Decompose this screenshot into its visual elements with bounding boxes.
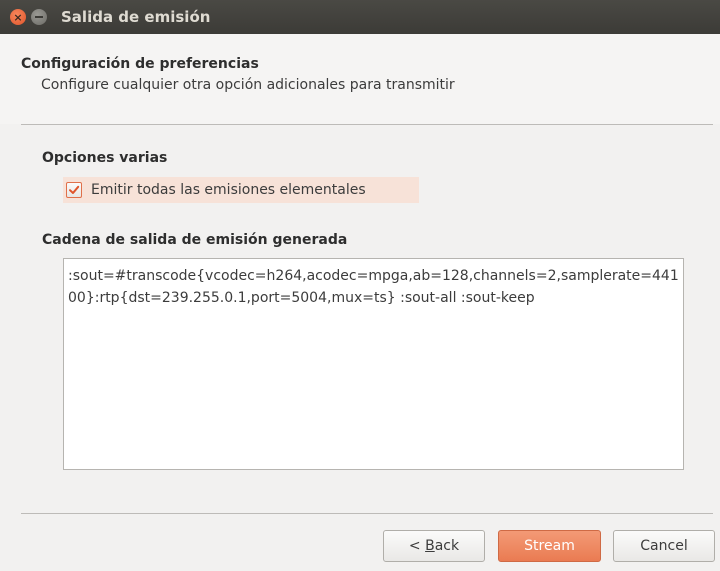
checkbox-label: Emitir todas las emisiones elementales [91, 182, 366, 198]
divider [21, 124, 713, 125]
cancel-button[interactable]: Cancel [613, 530, 715, 562]
misc-options-label: Opciones varias [42, 150, 168, 166]
back-button-mnemonic: B [425, 538, 435, 554]
checkmark-icon[interactable] [66, 182, 82, 198]
back-button-suffix: ack [434, 538, 460, 554]
page-subtitle: Configure cualquier otra opción adiciona… [41, 77, 455, 93]
minimize-icon[interactable] [31, 9, 47, 25]
stream-button[interactable]: Stream [498, 530, 601, 562]
page-title: Configuración de preferencias [21, 56, 259, 72]
divider [21, 513, 713, 514]
page-header: Configuración de preferencias Configure … [0, 34, 720, 124]
dialog-window: × Salida de emisión Configuración de pre… [0, 0, 720, 571]
close-icon[interactable]: × [10, 9, 26, 25]
output-string-label: Cadena de salida de emisión generada [42, 232, 348, 248]
back-button[interactable]: < Back [383, 530, 485, 562]
output-string-textarea[interactable]: :sout=#transcode{vcodec=h264,acodec=mpga… [63, 258, 684, 470]
window-title: Salida de emisión [61, 8, 211, 26]
stream-all-elementary-checkbox[interactable]: Emitir todas las emisiones elementales [63, 177, 419, 203]
back-button-prefix: < [408, 538, 426, 554]
title-bar[interactable]: × Salida de emisión [0, 0, 720, 34]
